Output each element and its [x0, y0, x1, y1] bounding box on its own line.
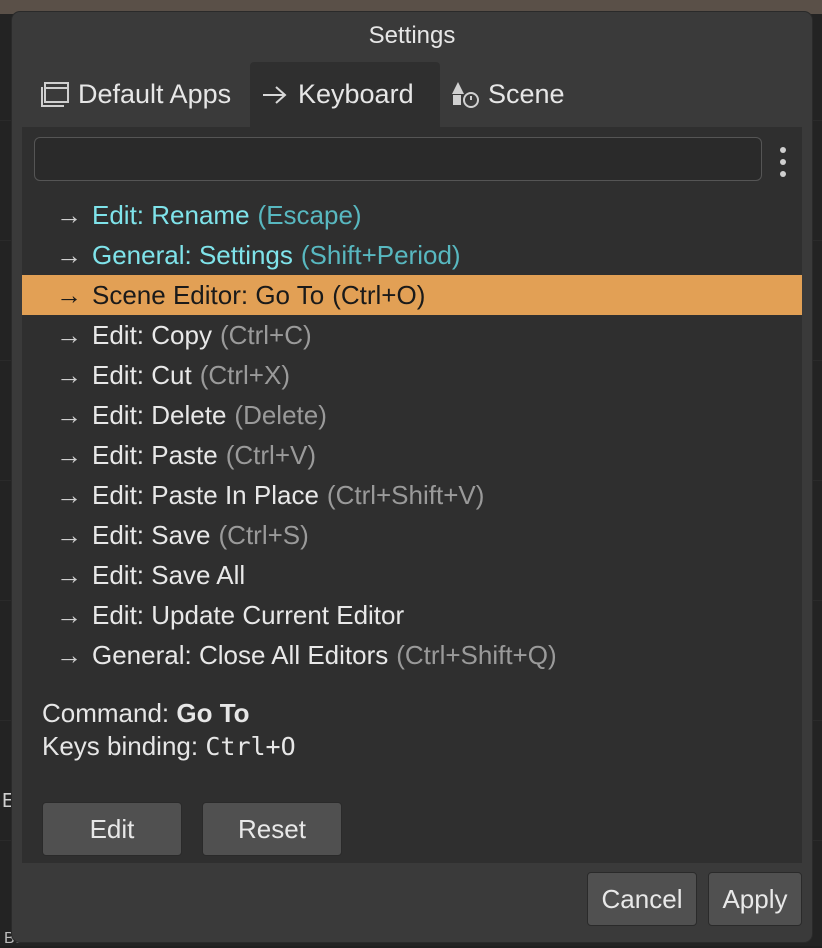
arrow-right-icon: →: [56, 639, 82, 670]
arrow-right-icon: →: [56, 519, 82, 550]
shortcut-row[interactable]: → Edit: Delete (Delete): [22, 395, 802, 435]
shortcut-keys: (Shift+Period): [300, 239, 461, 270]
shortcut-command: General: Close All Editors: [92, 639, 389, 670]
shortcut-command: Edit: Cut: [92, 359, 192, 390]
shortcut-command: Edit: Copy: [92, 319, 212, 350]
shortcut-command: Scene Editor: Go To: [92, 279, 325, 310]
tab-scene[interactable]: Scene: [440, 62, 584, 127]
reset-button[interactable]: Reset: [202, 802, 342, 856]
shortcut-keys: (Ctrl+C): [219, 319, 312, 350]
arrow-right-icon: →: [56, 199, 82, 230]
arrow-right-icon: [260, 83, 290, 107]
more-options-icon[interactable]: [778, 147, 788, 177]
shortcut-row[interactable]: → Edit: Save (Ctrl+S): [22, 515, 802, 555]
shortcut-keys: (Ctrl+V): [225, 439, 317, 470]
shortcut-command: Edit: Save All: [92, 559, 246, 590]
shortcut-row[interactable]: → Edit: Cut (Ctrl+X): [22, 355, 802, 395]
settings-dialog: Settings Default Apps Keyboard Scene → E…: [12, 12, 812, 942]
shortcut-list: → Edit: Rename (Escape) → General: Settings(…: [22, 195, 802, 675]
shortcut-keys: (Escape): [257, 199, 362, 230]
edit-button[interactable]: Edit: [42, 802, 182, 856]
shortcut-row[interactable]: → Edit: Rename (Escape): [22, 195, 802, 235]
tab-keyboard[interactable]: Keyboard: [250, 62, 440, 127]
arrow-right-icon: →: [56, 479, 82, 510]
arrow-right-icon: →: [56, 599, 82, 630]
tab-label: Scene: [488, 79, 565, 109]
shortcut-row[interactable]: → Edit: Paste In Place (Ctrl+Shift+V): [22, 475, 802, 515]
shortcut-keys: (Ctrl+X): [199, 359, 290, 390]
dialog-title: Settings: [368, 22, 456, 49]
shortcut-command: Edit: Paste In Place: [92, 479, 319, 510]
arrow-right-icon: →: [56, 439, 82, 470]
binding-value: Ctrl+O: [205, 732, 296, 761]
command-value: Go To: [176, 698, 250, 728]
arrow-right-icon: →: [56, 399, 82, 430]
shortcut-command: Edit: Update Current Editor: [92, 599, 405, 630]
shortcut-keys: (Ctrl+O): [332, 279, 426, 310]
shortcut-row[interactable]: → Edit: Update Current Editor: [22, 595, 802, 635]
window-icon: [40, 81, 70, 109]
shortcut-command: Edit: Save: [92, 519, 211, 550]
shortcut-command: Edit: Paste: [92, 439, 218, 470]
shortcut-row[interactable]: → Scene Editor: Go To (Ctrl+O): [22, 275, 802, 315]
shortcut-row[interactable]: → Edit: Copy (Ctrl+C): [22, 315, 802, 355]
arrow-right-icon: →: [56, 359, 82, 390]
binding-line: Keys binding: Ctrl+O: [42, 730, 296, 763]
tab-bar: Default Apps Keyboard Scene: [30, 62, 584, 127]
shortcut-keys: (Delete): [234, 399, 327, 430]
command-line: Command: Go To: [42, 697, 296, 730]
shortcut-command: Edit: Delete: [92, 399, 227, 430]
shortcut-row[interactable]: → General: Close All Editors (Ctrl+Shift+Q…: [22, 635, 802, 675]
keyboard-panel: → Edit: Rename (Escape) → General: Settings(…: [22, 127, 802, 863]
shortcut-command: Edit: Rename: [92, 199, 250, 230]
search-input[interactable]: [34, 137, 762, 181]
apply-button[interactable]: Apply: [708, 872, 802, 926]
shortcut-keys: (Ctrl+Shift+Q): [396, 639, 557, 670]
shortcut-keys: (Ctrl+S): [218, 519, 309, 550]
shortcut-row[interactable]: → General: Settings (Shift+Period): [22, 235, 802, 275]
shortcut-row[interactable]: → Edit: Save All: [22, 555, 802, 595]
tab-label: Keyboard: [298, 79, 414, 109]
shortcut-command: General: Settings: [92, 239, 293, 270]
shortcut-keys: (Ctrl+Shift+V): [326, 479, 485, 510]
tab-default-apps[interactable]: Default Apps: [30, 62, 250, 127]
arrow-right-icon: →: [56, 559, 82, 590]
binding-details: Command: Go To Keys binding: Ctrl+O: [42, 697, 296, 763]
arrow-right-icon: →: [56, 279, 82, 310]
arrow-right-icon: →: [56, 319, 82, 350]
command-label: Command:: [42, 698, 170, 728]
arrow-right-icon: →: [56, 239, 82, 270]
binding-label: Keys binding:: [42, 731, 199, 761]
shapes-icon: [450, 80, 480, 110]
tab-label: Default Apps: [78, 79, 232, 109]
cancel-button[interactable]: Cancel: [587, 872, 697, 926]
shortcut-row[interactable]: → Edit: Paste (Ctrl+V): [22, 435, 802, 475]
